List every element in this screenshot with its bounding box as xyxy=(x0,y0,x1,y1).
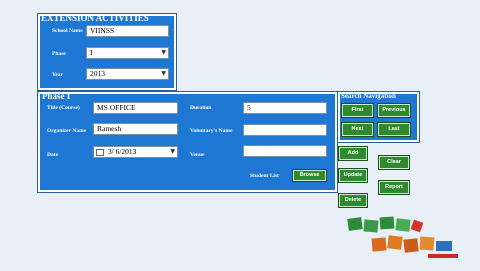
clear-button[interactable]: Clear xyxy=(379,156,409,169)
clipart-logo-graphic xyxy=(347,216,458,258)
title-course-label: Title (Course) xyxy=(47,105,80,111)
calendar-icon xyxy=(96,148,104,156)
organizer-name-label: Organizer Name xyxy=(47,128,87,134)
duration-input[interactable]: 5 xyxy=(243,102,327,114)
duration-label: Duration xyxy=(190,105,212,111)
year-select[interactable]: 2013 ▼ xyxy=(86,68,169,80)
phase-label: Phase xyxy=(52,51,66,57)
update-button[interactable]: Update xyxy=(339,169,367,182)
next-button[interactable]: Next xyxy=(342,123,373,136)
browse-button[interactable]: Browse xyxy=(293,170,326,181)
search-navigation-legend: Search Navigation xyxy=(341,92,396,100)
school-name-input[interactable]: VIINSS xyxy=(86,25,169,37)
last-button[interactable]: Last xyxy=(378,123,410,136)
date-label: Date xyxy=(47,152,58,158)
report-button[interactable]: Report xyxy=(379,181,409,194)
venue-label: Venue xyxy=(190,152,205,158)
chevron-down-icon[interactable]: ▼ xyxy=(161,69,166,79)
year-select-value: 2013 xyxy=(90,69,105,78)
venue-input[interactable] xyxy=(243,145,327,157)
date-picker[interactable]: 3/ 6/2013 ▼ xyxy=(93,146,178,158)
phase-legend: Phase I xyxy=(42,91,71,101)
first-button[interactable]: First xyxy=(342,104,373,117)
chevron-down-icon[interactable]: ▼ xyxy=(161,48,166,58)
extension-activities-legend: EXTENSION ACTIVITIES xyxy=(41,13,149,23)
voluntary-name-input[interactable] xyxy=(243,124,327,136)
title-course-input[interactable]: MS OFFICE xyxy=(93,102,178,114)
year-label: Year xyxy=(52,72,63,78)
date-value: 3/ 6/2013 xyxy=(107,147,137,156)
student-list-label: Student List xyxy=(250,173,279,179)
clipart-logo xyxy=(342,214,472,266)
previous-button[interactable]: Previous xyxy=(378,104,410,117)
add-button[interactable]: Add xyxy=(339,147,367,160)
organizer-name-input[interactable]: Ramesh xyxy=(93,123,178,135)
phase-select[interactable]: I ▼ xyxy=(86,47,169,59)
school-name-label: School Name xyxy=(52,28,83,34)
voluntary-name-label: Voluntary's Name xyxy=(190,128,233,134)
phase-select-value: I xyxy=(90,48,93,57)
delete-button[interactable]: Delete xyxy=(339,194,367,207)
chevron-down-icon[interactable]: ▼ xyxy=(170,147,175,157)
